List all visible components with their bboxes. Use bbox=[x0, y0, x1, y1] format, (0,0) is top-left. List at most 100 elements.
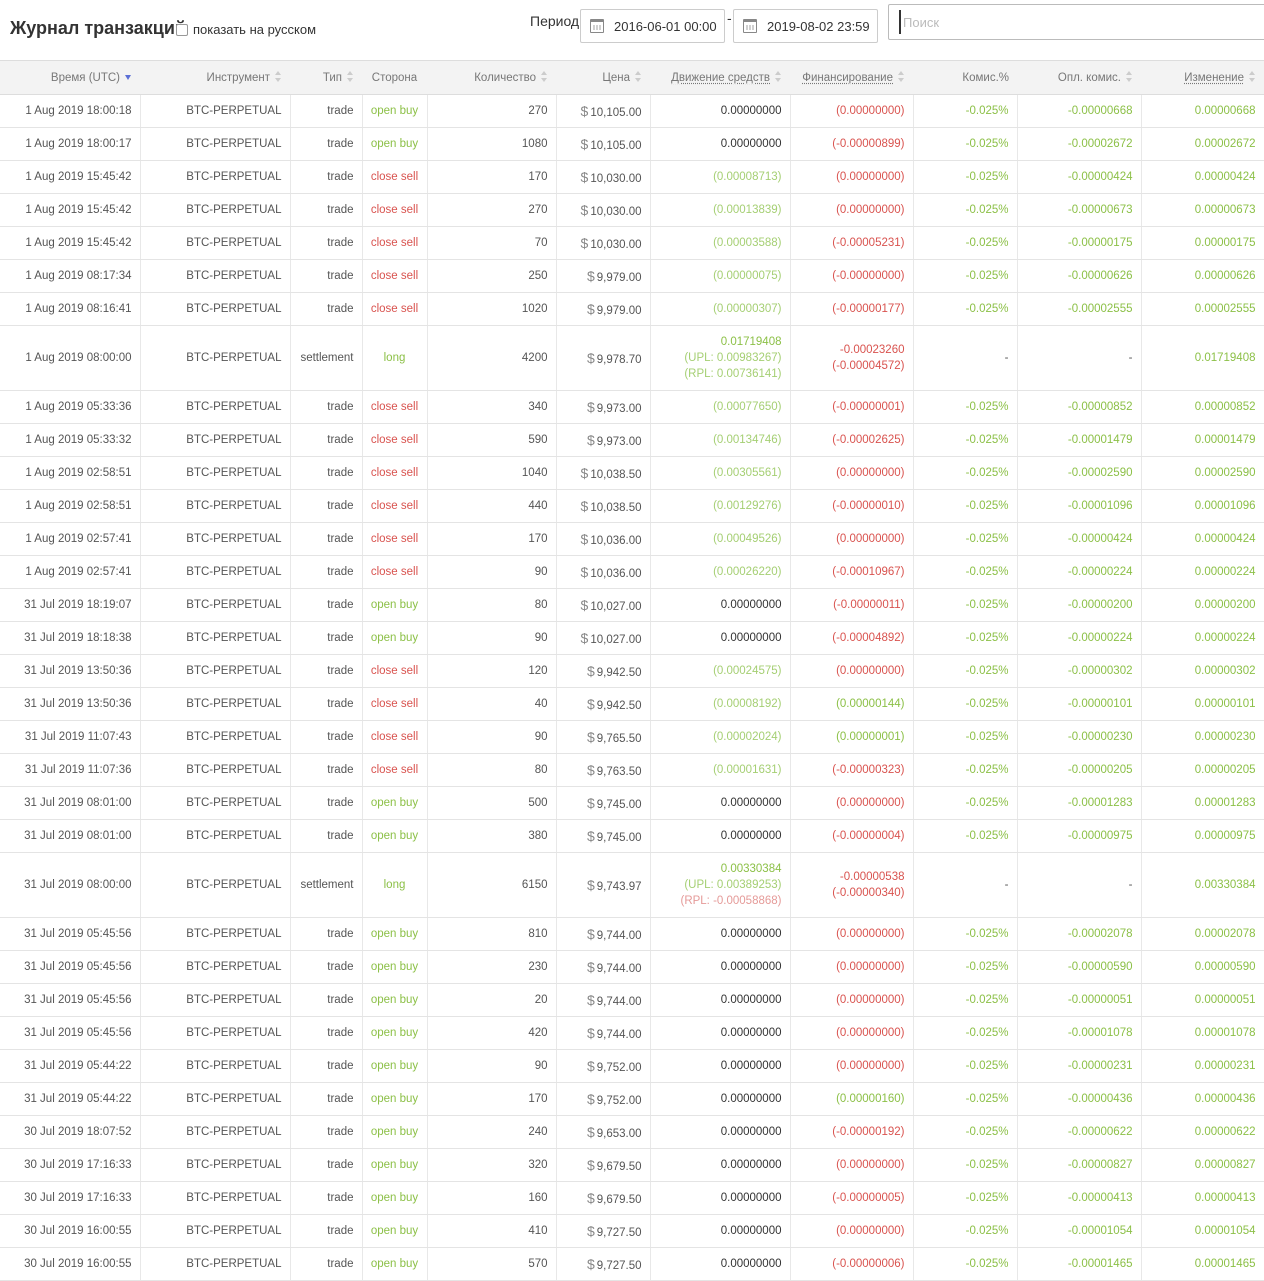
sort-icon[interactable] bbox=[1126, 71, 1133, 82]
funding-line: (0.00000000) bbox=[836, 105, 905, 117]
table-row[interactable]: 1 Aug 2019 08:17:34 BTC-PERPETUAL trade clo… bbox=[0, 259, 1264, 293]
cell-instrument: BTC-PERPETUAL bbox=[140, 687, 291, 721]
cell-quantity: 90 bbox=[427, 555, 557, 589]
column-header-type[interactable]: Тип bbox=[290, 60, 362, 95]
table-row[interactable]: 1 Aug 2019 15:45:42 BTC-PERPETUAL trade clo… bbox=[0, 226, 1264, 260]
table-row[interactable]: 31 Jul 2019 05:45:56 BTC-PERPETUAL trade op… bbox=[0, 950, 1264, 984]
sort-icon[interactable] bbox=[541, 71, 548, 82]
funding-line: (-0.00000011) bbox=[833, 599, 905, 611]
table-row[interactable]: 31 Jul 2019 05:45:56 BTC-PERPETUAL trade op… bbox=[0, 983, 1264, 1017]
price-value: 10,105.00 bbox=[590, 140, 642, 152]
sort-icon[interactable] bbox=[775, 71, 782, 82]
cell-type: trade bbox=[290, 983, 363, 1017]
search-input[interactable] bbox=[899, 10, 1264, 34]
date-from-field[interactable]: 2016-06-01 00:00 bbox=[580, 9, 725, 43]
table-row[interactable]: 1 Aug 2019 05:33:32 BTC-PERPETUAL trade clo… bbox=[0, 423, 1264, 457]
table-row[interactable]: 31 Jul 2019 13:50:36 BTC-PERPETUAL trade cl… bbox=[0, 687, 1264, 721]
search-box[interactable] bbox=[888, 4, 1264, 40]
cell-cash-flow: (0.00000307) bbox=[650, 292, 791, 326]
table-row[interactable]: 30 Jul 2019 17:16:33 BTC-PERPETUAL trade op… bbox=[0, 1148, 1264, 1182]
column-header-cash-flow[interactable]: Движение средств bbox=[650, 60, 790, 95]
sort-icon[interactable] bbox=[635, 71, 642, 82]
table-row[interactable]: 30 Jul 2019 16:00:55 BTC-PERPETUAL trade op… bbox=[0, 1214, 1264, 1248]
cell-time: 1 Aug 2019 02:57:41 bbox=[0, 522, 141, 556]
column-header-fee-paid[interactable]: Опл. комис. bbox=[1017, 60, 1141, 95]
table-row[interactable]: 31 Jul 2019 18:19:07 BTC-PERPETUAL trade op… bbox=[0, 588, 1264, 622]
cell-fee-paid: -0.00001078 bbox=[1017, 1016, 1142, 1050]
cell-fee-percent: -0.025% bbox=[913, 1247, 1018, 1281]
table-row[interactable]: 1 Aug 2019 15:45:42 BTC-PERPETUAL trade clo… bbox=[0, 193, 1264, 227]
table-row[interactable]: 30 Jul 2019 18:07:52 BTC-PERPETUAL trade op… bbox=[0, 1115, 1264, 1149]
dollar-icon: $ bbox=[580, 498, 589, 514]
table-row[interactable]: 31 Jul 2019 08:01:00 BTC-PERPETUAL trade op… bbox=[0, 819, 1264, 853]
table-row[interactable]: 30 Jul 2019 17:16:33 BTC-PERPETUAL trade op… bbox=[0, 1181, 1264, 1215]
column-header-quantity[interactable]: Количество bbox=[427, 60, 556, 95]
column-header-instrument[interactable]: Инструмент bbox=[140, 60, 290, 95]
table-row[interactable]: 31 Jul 2019 11:07:36 BTC-PERPETUAL trade cl… bbox=[0, 753, 1264, 787]
cell-price: $10,038.50 bbox=[556, 489, 651, 523]
sort-desc-icon[interactable] bbox=[125, 71, 132, 82]
table-row[interactable]: 31 Jul 2019 05:44:22 BTC-PERPETUAL trade op… bbox=[0, 1082, 1264, 1116]
table-row[interactable]: 1 Aug 2019 05:33:36 BTC-PERPETUAL trade clo… bbox=[0, 390, 1264, 424]
cell-type: trade bbox=[290, 588, 363, 622]
sort-icon[interactable] bbox=[275, 71, 282, 82]
dollar-icon: $ bbox=[586, 828, 595, 844]
column-label: Сторона bbox=[371, 71, 418, 84]
cell-type: trade bbox=[290, 489, 363, 523]
cell-cash-flow: (0.00008192) bbox=[650, 687, 791, 721]
cell-type: trade bbox=[290, 621, 363, 655]
funding-line: -0.00000538 bbox=[839, 871, 905, 883]
cell-fee-percent: -0.025% bbox=[913, 1115, 1018, 1149]
table-row[interactable]: 31 Jul 2019 13:50:36 BTC-PERPETUAL trade cl… bbox=[0, 654, 1264, 688]
table-row[interactable]: 31 Jul 2019 05:45:56 BTC-PERPETUAL trade op… bbox=[0, 1016, 1264, 1050]
cell-quantity: 270 bbox=[427, 193, 557, 227]
table-row[interactable]: 31 Jul 2019 08:01:00 BTC-PERPETUAL trade op… bbox=[0, 786, 1264, 820]
table-row[interactable]: 31 Jul 2019 05:45:56 BTC-PERPETUAL trade op… bbox=[0, 917, 1264, 951]
sort-icon[interactable] bbox=[898, 71, 905, 82]
russian-checkbox[interactable] bbox=[176, 23, 188, 36]
table-row[interactable]: 31 Jul 2019 05:44:22 BTC-PERPETUAL trade op… bbox=[0, 1049, 1264, 1083]
cash-flow-line: (0.00008713) bbox=[713, 171, 782, 183]
sort-icon[interactable] bbox=[1249, 71, 1256, 82]
funding-line: (0.00000000) bbox=[836, 961, 905, 973]
cell-funding: (-0.00002625) bbox=[790, 423, 914, 457]
table-row[interactable]: 1 Aug 2019 02:58:51 BTC-PERPETUAL trade clo… bbox=[0, 489, 1264, 523]
funding-line: (-0.00010967) bbox=[832, 566, 905, 578]
table-row[interactable]: 30 Jul 2019 16:00:55 BTC-PERPETUAL trade op… bbox=[0, 1247, 1264, 1281]
cell-time: 31 Jul 2019 05:45:56 bbox=[0, 950, 141, 984]
table-row[interactable]: 1 Aug 2019 02:58:51 BTC-PERPETUAL trade clo… bbox=[0, 456, 1264, 490]
cell-type: trade bbox=[290, 160, 363, 194]
table-row[interactable]: 1 Aug 2019 08:00:00 BTC-PERPETUAL settleme… bbox=[0, 325, 1264, 391]
funding-line: (0.00000000) bbox=[836, 1060, 905, 1072]
sort-icon[interactable] bbox=[347, 71, 354, 82]
cell-cash-flow: (0.00305561) bbox=[650, 456, 791, 490]
cell-instrument: BTC-PERPETUAL bbox=[140, 160, 291, 194]
table-row[interactable]: 1 Aug 2019 02:57:41 BTC-PERPETUAL trade clo… bbox=[0, 555, 1264, 589]
table-row[interactable]: 1 Aug 2019 18:00:18 BTC-PERPETUAL trade ope… bbox=[0, 94, 1264, 128]
table-row[interactable]: 1 Aug 2019 02:57:41 BTC-PERPETUAL trade clo… bbox=[0, 522, 1264, 556]
table-row[interactable]: 31 Jul 2019 08:00:00 BTC-PERPETUAL settlem… bbox=[0, 852, 1264, 918]
column-header-time[interactable]: Время (UTC) bbox=[0, 60, 140, 95]
table-row[interactable]: 1 Aug 2019 08:16:41 BTC-PERPETUAL trade clo… bbox=[0, 292, 1264, 326]
cell-fee-percent: -0.025% bbox=[913, 1214, 1018, 1248]
funding-line: (-0.00000004) bbox=[832, 830, 905, 842]
cell-fee-paid: -0.00000175 bbox=[1017, 226, 1142, 260]
column-header-funding[interactable]: Финансирование bbox=[790, 60, 913, 95]
column-header-price[interactable]: Цена bbox=[556, 60, 650, 95]
cell-time: 30 Jul 2019 17:16:33 bbox=[0, 1148, 141, 1182]
table-row[interactable]: 1 Aug 2019 18:00:17 BTC-PERPETUAL trade ope… bbox=[0, 127, 1264, 161]
cell-cash-flow: (0.00049526) bbox=[650, 522, 791, 556]
cell-cash-flow: 0.00000000 bbox=[650, 621, 791, 655]
cell-cash-flow: 0.00000000 bbox=[650, 917, 791, 951]
cell-change: 0.00000852 bbox=[1141, 390, 1264, 424]
cell-cash-flow: 0.01719408 (UPL: 0.00983267) (RPL: 0.00736… bbox=[650, 325, 791, 391]
table-row[interactable]: 31 Jul 2019 18:18:38 BTC-PERPETUAL trade op… bbox=[0, 621, 1264, 655]
russian-toggle[interactable]: показать на русском bbox=[176, 22, 316, 37]
cell-change: 0.00000413 bbox=[1141, 1181, 1264, 1215]
date-to-field[interactable]: 2019-08-02 23:59 bbox=[733, 9, 878, 43]
table-row[interactable]: 1 Aug 2019 15:45:42 BTC-PERPETUAL trade clo… bbox=[0, 160, 1264, 194]
table-row[interactable]: 31 Jul 2019 11:07:43 BTC-PERPETUAL trade cl… bbox=[0, 720, 1264, 754]
column-header-change[interactable]: Изменение bbox=[1141, 60, 1264, 95]
cell-side: open buy bbox=[362, 94, 428, 128]
cell-fee-paid: -0.00000200 bbox=[1017, 588, 1142, 622]
